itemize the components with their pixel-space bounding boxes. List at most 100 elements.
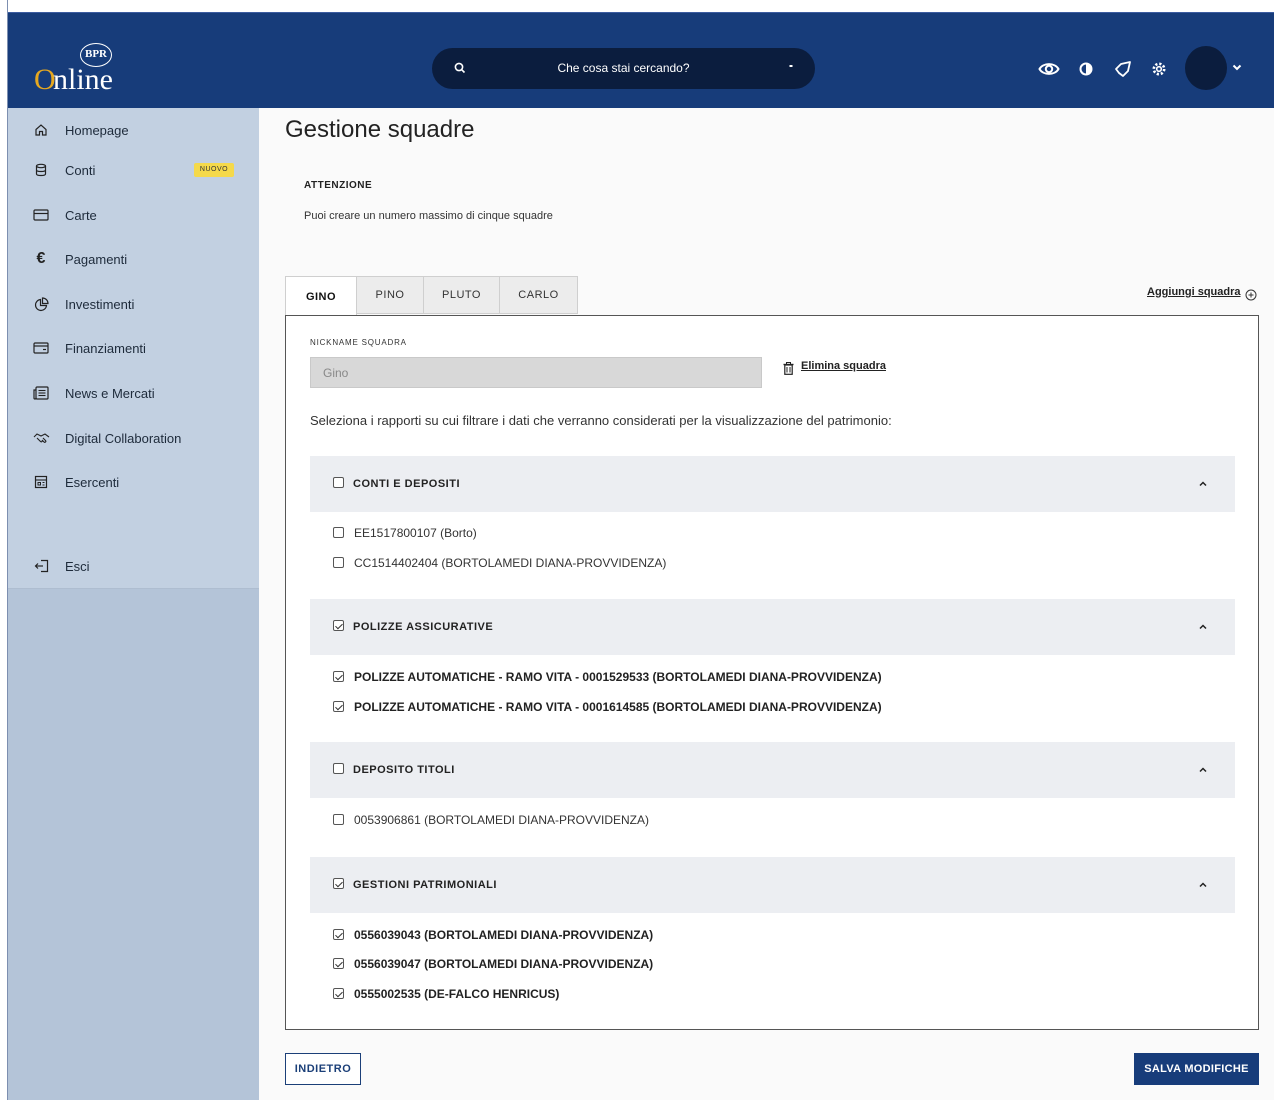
sidebar-item-logout[interactable]: Esci xyxy=(8,544,259,588)
item-checkbox[interactable] xyxy=(333,958,344,969)
list-item[interactable]: 0555002535 (DE-FALCO HENRICUS) xyxy=(310,984,1210,1004)
item-label: 0556039043 (BORTOLAMEDI DIANA-PROVVIDENZ… xyxy=(354,928,654,942)
search-placeholder: Che cosa stai cercando? xyxy=(557,61,690,75)
trash-icon[interactable] xyxy=(783,362,794,380)
group-checkbox[interactable] xyxy=(333,620,344,631)
group-header-polizze-assicurative[interactable]: POLIZZE ASSICURATIVE xyxy=(310,599,1235,655)
delete-team-link[interactable]: Elimina squadra xyxy=(801,360,886,372)
item-checkbox[interactable] xyxy=(333,701,344,712)
eye-icon[interactable] xyxy=(1036,56,1062,82)
list-item[interactable]: POLIZZE AUTOMATICHE - RAMO VITA - 000161… xyxy=(310,697,1210,717)
list-item[interactable]: EE1517800107 (Borto) xyxy=(310,523,1210,543)
group-title: CONTI E DEPOSITI xyxy=(353,478,461,490)
item-checkbox[interactable] xyxy=(333,671,344,682)
item-label: 0555002535 (DE-FALCO HENRICUS) xyxy=(354,987,560,1001)
list-item[interactable]: 0556039047 (BORTOLAMEDI DIANA-PROVVIDENZ… xyxy=(310,954,1210,974)
rocket-icon[interactable] xyxy=(1110,56,1136,82)
new-badge: NUOVO xyxy=(194,163,234,177)
sidebar-item-label: Finanziamenti xyxy=(65,340,146,356)
sidebar-item-label: Esercenti xyxy=(65,474,120,490)
group-checkbox[interactable] xyxy=(333,763,344,774)
home-icon xyxy=(32,121,50,139)
sidebar-item-carte[interactable]: Carte xyxy=(8,193,259,237)
select-instructions: Seleziona i rapporti su cui filtrare i d… xyxy=(310,413,892,428)
add-team-link[interactable]: Aggiungi squadra xyxy=(1147,286,1241,298)
item-label: POLIZZE AUTOMATICHE - RAMO VITA - 000161… xyxy=(354,700,882,714)
item-label: 0053906861 (BORTOLAMEDI DIANA-PROVVIDENZ… xyxy=(354,813,649,827)
item-checkbox[interactable] xyxy=(333,527,344,538)
item-checkbox[interactable] xyxy=(333,557,344,568)
avatar[interactable] xyxy=(1185,46,1227,90)
chevron-down-icon[interactable] xyxy=(1231,60,1243,78)
card-icon xyxy=(32,206,50,224)
group-title: DEPOSITO TITOLI xyxy=(353,764,455,776)
bpr-online-logo[interactable]: BPR O nline xyxy=(34,43,134,99)
sidebar-item-label: Homepage xyxy=(65,122,129,138)
sidebar-item-label: Carte xyxy=(65,207,97,223)
logo-text: nline xyxy=(53,63,113,96)
attention-title: ATTENZIONE xyxy=(304,180,373,191)
sidebar-nav: Homepage Conti NUOVO Carte € Pagamenti I… xyxy=(8,108,259,588)
sidebar-item-pagamenti[interactable]: € Pagamenti xyxy=(8,237,259,281)
gear-icon[interactable] xyxy=(1146,56,1172,82)
database-icon xyxy=(32,161,50,179)
sidebar-item-investimenti[interactable]: Investimenti xyxy=(8,282,259,326)
chevron-up-icon[interactable] xyxy=(1197,621,1209,633)
handshake-icon xyxy=(32,429,50,447)
window-border xyxy=(0,0,8,1100)
sidebar-item-label: Digital Collaboration xyxy=(65,430,182,446)
news-icon xyxy=(32,384,50,402)
nickname-field[interactable] xyxy=(310,357,762,388)
wallet-icon xyxy=(32,339,50,357)
add-circle-icon[interactable] xyxy=(1245,288,1257,306)
item-checkbox[interactable] xyxy=(333,988,344,999)
team-panel: NICKNAME SQUADRA Elimina squadra Selezio… xyxy=(285,315,1259,1030)
search-bar[interactable]: Che cosa stai cercando? xyxy=(432,48,815,89)
back-button[interactable]: INDIETRO xyxy=(285,1053,361,1085)
sidebar-item-finanziamenti[interactable]: Finanziamenti xyxy=(8,326,259,370)
group-header-conti-depositi[interactable]: CONTI E DEPOSITI xyxy=(310,456,1235,512)
sidebar-item-label: Esci xyxy=(65,558,90,574)
tab-gino[interactable]: GINO xyxy=(285,276,357,316)
group-title: POLIZZE ASSICURATIVE xyxy=(353,621,494,633)
sidebar-item-label: Pagamenti xyxy=(65,251,128,267)
page-title: Gestione squadre xyxy=(285,116,475,143)
sidebar: Homepage Conti NUOVO Carte € Pagamenti I… xyxy=(8,108,259,1100)
sidebar-item-conti[interactable]: Conti NUOVO xyxy=(8,148,259,192)
save-button[interactable]: SALVA MODIFICHE xyxy=(1134,1053,1259,1085)
pie-chart-icon xyxy=(32,295,50,313)
group-header-gestioni-patrimoniali[interactable]: GESTIONI PATRIMONIALI xyxy=(310,857,1235,913)
sidebar-item-label: Investimenti xyxy=(65,296,135,312)
sidebar-item-digital-collaboration[interactable]: Digital Collaboration xyxy=(8,416,259,460)
list-item[interactable]: CC1514402404 (BORTOLAMEDI DIANA-PROVVIDE… xyxy=(310,553,1210,573)
logout-icon xyxy=(32,557,50,575)
sidebar-item-esercenti[interactable]: Esercenti xyxy=(8,460,259,504)
sidebar-item-label: Conti xyxy=(65,162,96,178)
sidebar-item-homepage[interactable]: Homepage xyxy=(8,108,259,152)
tab-pluto[interactable]: PLUTO xyxy=(423,276,500,314)
item-label: 0556039047 (BORTOLAMEDI DIANA-PROVVIDENZ… xyxy=(354,957,654,971)
chevron-down-icon[interactable] xyxy=(787,59,795,73)
sidebar-item-label: News e Mercati xyxy=(65,385,155,401)
group-checkbox[interactable] xyxy=(333,878,344,889)
item-checkbox[interactable] xyxy=(333,814,344,825)
list-item[interactable]: POLIZZE AUTOMATICHE - RAMO VITA - 000152… xyxy=(310,667,1210,687)
item-label: CC1514402404 (BORTOLAMEDI DIANA-PROVVIDE… xyxy=(354,556,667,570)
sidebar-divider xyxy=(8,588,259,589)
chevron-up-icon[interactable] xyxy=(1197,764,1209,776)
tab-pino[interactable]: PINO xyxy=(356,276,424,314)
main-content: Gestione squadre ATTENZIONE Puoi creare … xyxy=(259,108,1274,1100)
chevron-up-icon[interactable] xyxy=(1197,478,1209,490)
item-checkbox[interactable] xyxy=(333,929,344,940)
group-checkbox[interactable] xyxy=(333,477,344,488)
group-header-deposito-titoli[interactable]: DEPOSITO TITOLI xyxy=(310,742,1235,798)
item-label: POLIZZE AUTOMATICHE - RAMO VITA - 000152… xyxy=(354,670,882,684)
chevron-up-icon[interactable] xyxy=(1197,879,1209,891)
nickname-label: NICKNAME SQUADRA xyxy=(310,338,407,347)
list-item[interactable]: 0053906861 (BORTOLAMEDI DIANA-PROVVIDENZ… xyxy=(310,810,1210,830)
list-item[interactable]: 0556039043 (BORTOLAMEDI DIANA-PROVVIDENZ… xyxy=(310,925,1210,945)
contrast-icon[interactable] xyxy=(1073,56,1099,82)
attention-text: Puoi creare un numero massimo di cinque … xyxy=(304,210,553,222)
sidebar-item-news[interactable]: News e Mercati xyxy=(8,371,259,415)
tab-carlo[interactable]: CARLO xyxy=(499,276,578,314)
